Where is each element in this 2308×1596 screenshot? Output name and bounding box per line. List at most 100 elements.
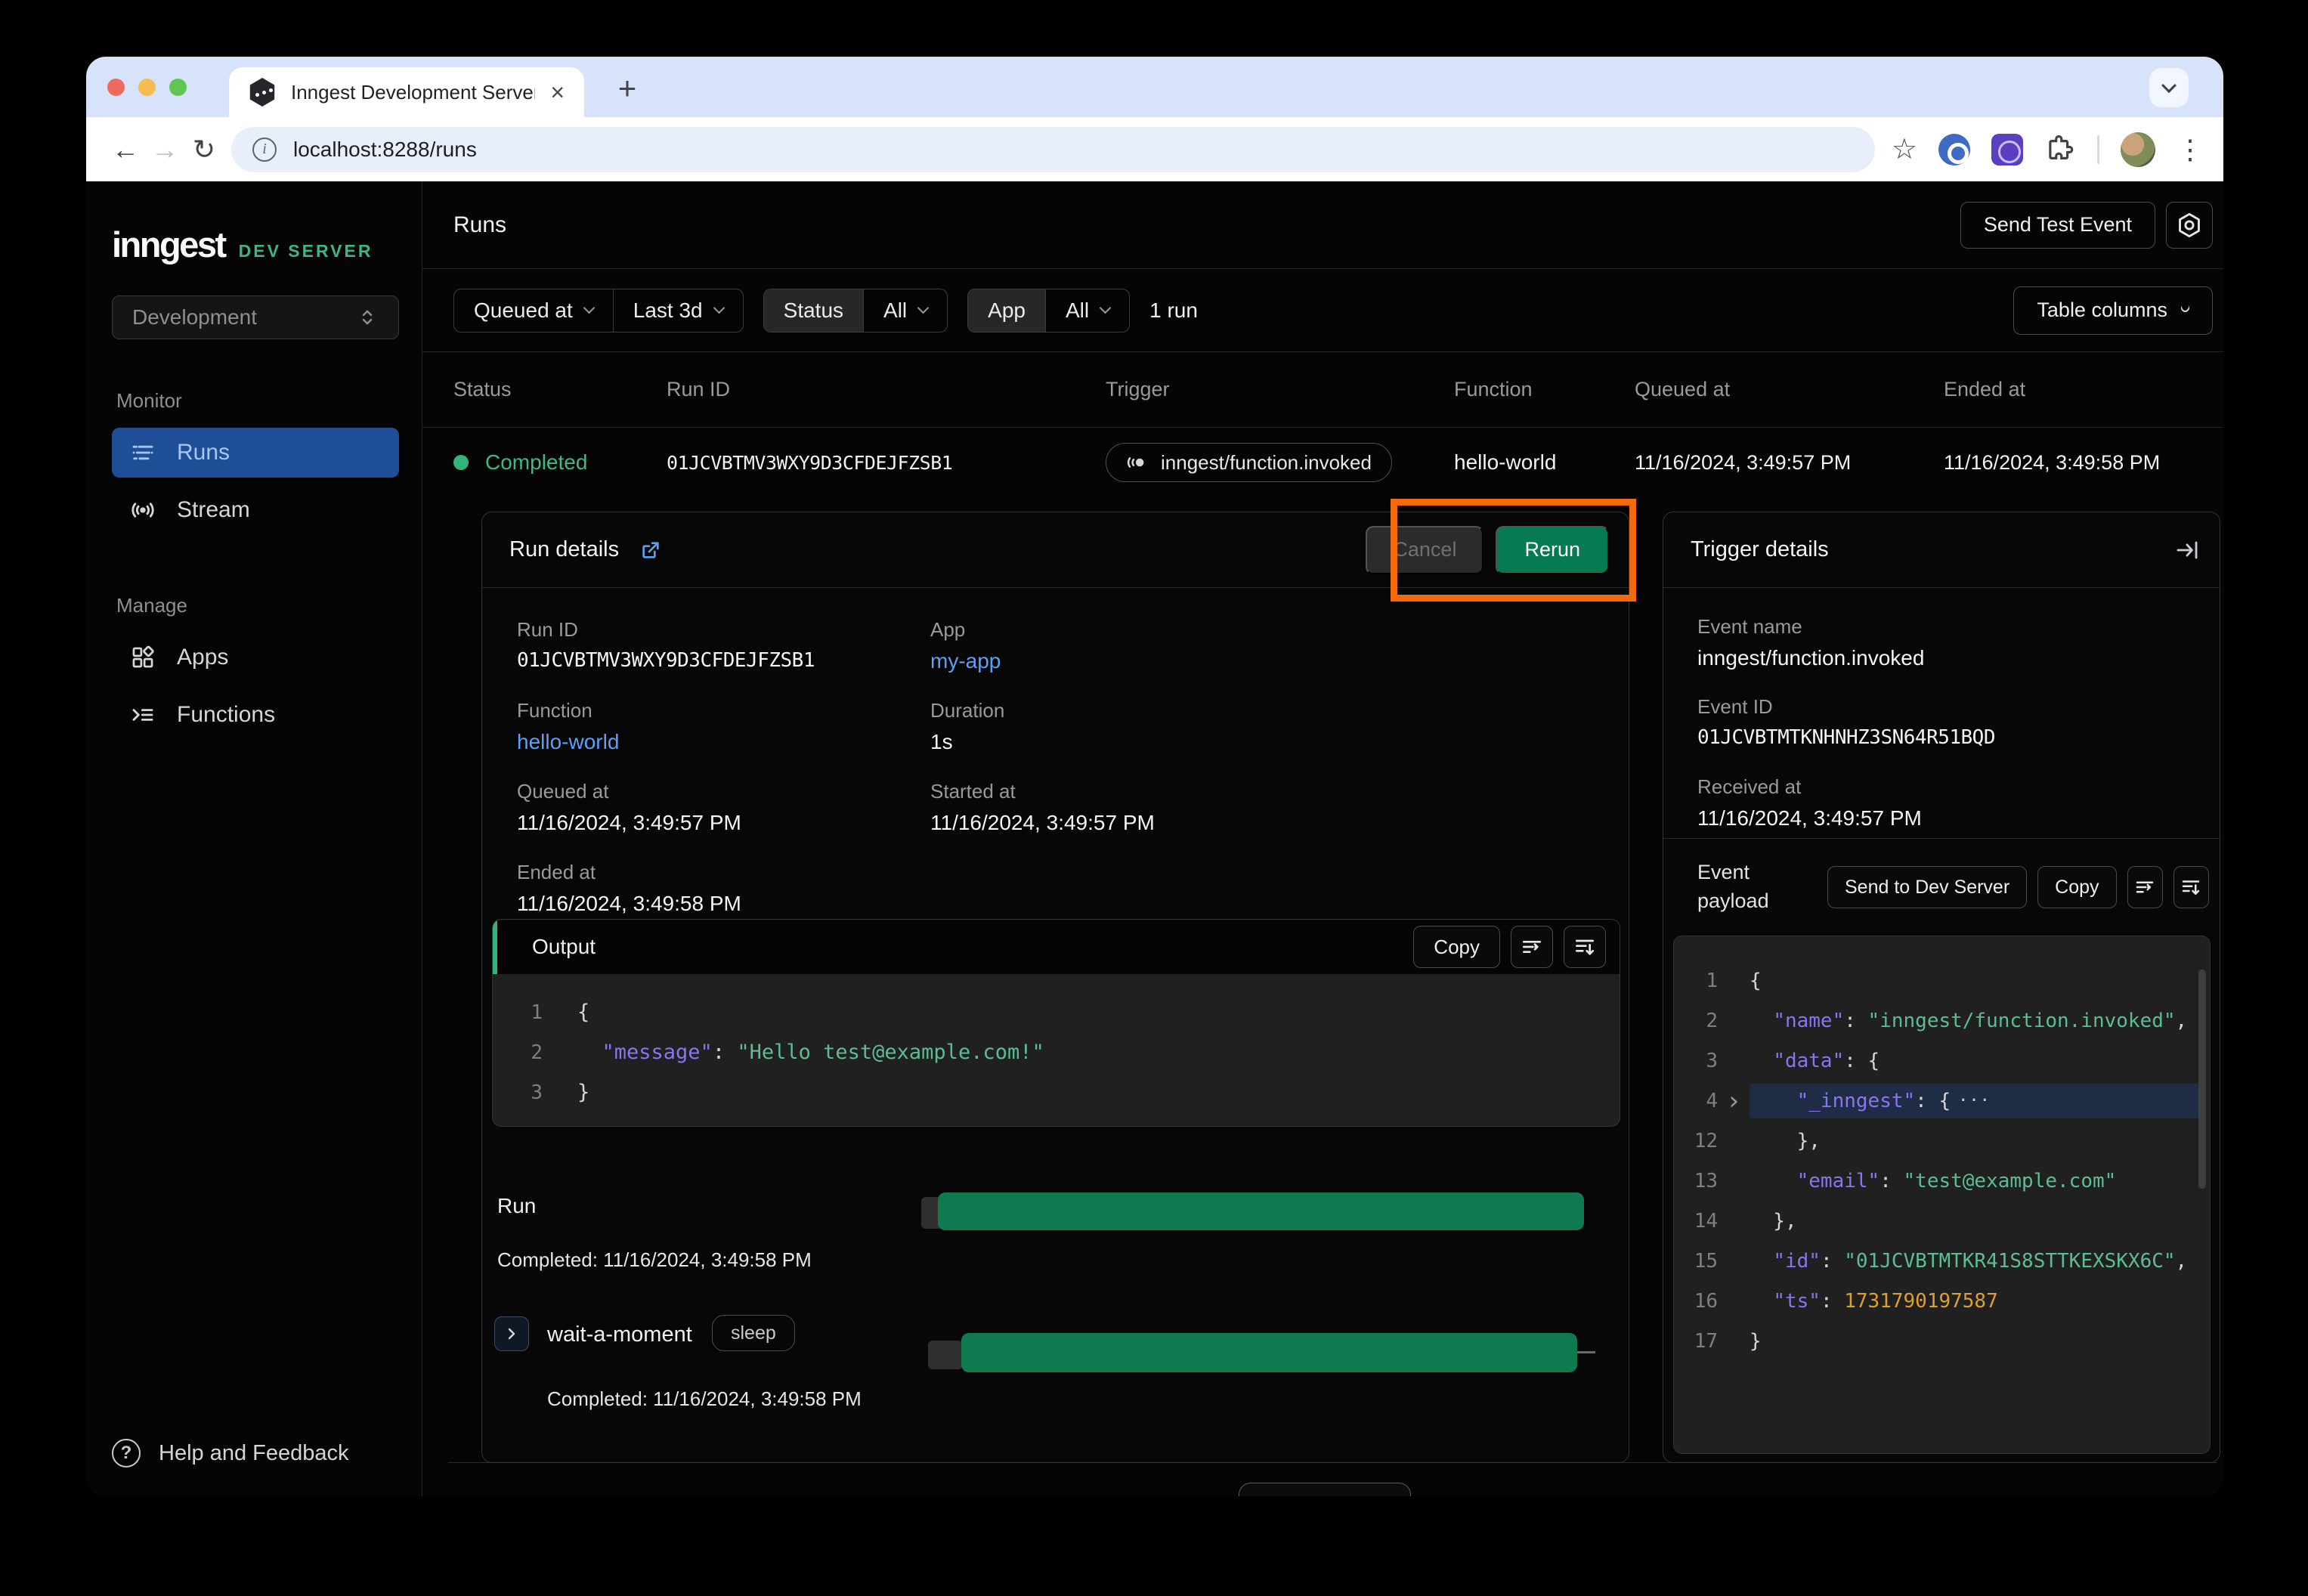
manage-section-label: Manage — [116, 594, 399, 617]
column-header-ended-at[interactable]: Ended at — [1944, 378, 2223, 401]
function-link[interactable]: hello-world — [517, 730, 930, 754]
event-payload-header: Event payload Send to Dev Server Copy — [1663, 838, 2220, 936]
tab-search-button[interactable] — [2149, 68, 2189, 107]
open-external-link-icon[interactable] — [639, 538, 663, 562]
run-completed-timestamp: Completed: 11/16/2024, 3:49:58 PM — [497, 1248, 812, 1272]
extensions-puzzle-icon[interactable] — [2044, 134, 2076, 165]
window-controls — [107, 79, 187, 96]
code-content: } — [577, 1075, 1609, 1110]
expand-step-button[interactable] — [494, 1316, 529, 1351]
time-range-dropdown[interactable]: Last 3d — [613, 289, 743, 332]
output-success-accent — [493, 920, 497, 974]
forward-button[interactable]: → — [145, 130, 184, 169]
close-tab-icon[interactable]: × — [550, 80, 565, 104]
output-section: Output Copy 1{2 "messa — [492, 919, 1620, 1127]
code-line: 1{ — [493, 992, 1620, 1032]
bookmark-star-icon[interactable]: ☆ — [1892, 132, 1917, 166]
status-filter-dropdown[interactable]: All — [863, 289, 947, 332]
help-icon: ? — [112, 1439, 141, 1468]
payload-word-wrap-button[interactable] — [2127, 866, 2163, 908]
runs-list-icon — [130, 440, 156, 466]
browser-toolbar: ← → ↻ i localhost:8288/runs ☆ ⋮ — [86, 117, 2223, 181]
copy-payload-button[interactable]: Copy — [2037, 866, 2116, 908]
sidebar-item-runs[interactable]: Runs — [112, 428, 399, 478]
column-header-trigger[interactable]: Trigger — [1106, 378, 1454, 401]
app-link[interactable]: my-app — [930, 649, 1629, 673]
step-completed-timestamp: Completed: 11/16/2024, 3:49:58 PM — [547, 1387, 862, 1411]
password-manager-extension-icon[interactable] — [1938, 134, 1970, 165]
expand-all-button[interactable] — [1564, 926, 1606, 968]
environment-select[interactable]: Development — [112, 295, 399, 339]
run-count: 1 run — [1149, 298, 1198, 323]
filter-bar: Queued at Last 3d Status All — [422, 269, 2223, 352]
step-kind-badge: sleep — [712, 1315, 795, 1351]
help-and-feedback[interactable]: ? Help and Feedback — [112, 1439, 349, 1468]
payload-scrollbar[interactable] — [2198, 970, 2206, 1189]
back-button[interactable]: ← — [106, 130, 145, 169]
extension-icon[interactable] — [1991, 134, 2023, 165]
column-header-function[interactable]: Function — [1454, 378, 1635, 401]
sidebar-item-stream[interactable]: Stream — [112, 485, 399, 535]
address-bar[interactable]: i localhost:8288/runs — [231, 127, 1875, 172]
url-text: localhost:8288/runs — [293, 138, 477, 162]
run-timeline-bar[interactable] — [938, 1192, 1584, 1230]
table-columns-button[interactable]: Table columns — [2013, 286, 2213, 335]
monitor-section-label: Monitor — [116, 389, 399, 413]
timeline-tail-tick — [1577, 1351, 1595, 1353]
settings-button[interactable] — [2166, 202, 2213, 249]
site-info-icon[interactable]: i — [252, 138, 277, 162]
browser-menu-icon[interactable]: ⋮ — [2177, 134, 2204, 165]
reload-button[interactable]: ↻ — [184, 130, 224, 169]
profile-avatar[interactable] — [2121, 132, 2155, 167]
inngest-favicon-icon — [249, 78, 276, 107]
line-number: 1 — [493, 1001, 543, 1024]
close-window-button[interactable] — [107, 79, 125, 96]
time-field-dropdown[interactable]: Queued at — [454, 289, 613, 332]
column-header-queued-at[interactable]: Queued at — [1635, 378, 1944, 401]
minimize-window-button[interactable] — [138, 79, 156, 96]
collapse-chevron-icon[interactable]: › — [1718, 1086, 1750, 1116]
function-cell: hello-world — [1454, 450, 1635, 475]
event-payload-label: Event payload — [1697, 858, 1817, 916]
run-id-cell: 01JCVBTMV3WXY9D3CFDEJFZSB1 — [667, 452, 1106, 474]
time-filter-group: Queued at Last 3d — [453, 289, 744, 332]
send-to-dev-server-button[interactable]: Send to Dev Server — [1827, 866, 2027, 908]
line-number: 3 — [493, 1081, 543, 1104]
gear-hexagon-icon — [2176, 212, 2203, 239]
word-wrap-button[interactable] — [1511, 926, 1553, 968]
new-tab-button[interactable]: + — [608, 69, 647, 108]
stream-broadcast-icon — [130, 497, 156, 523]
trigger-details-title: Trigger details — [1691, 537, 1829, 562]
cancel-button[interactable]: Cancel — [1366, 526, 1483, 574]
browser-tab[interactable]: Inngest Development Server × — [229, 67, 584, 117]
time-field-value: Queued at — [474, 298, 573, 323]
tab-title: Inngest Development Server — [291, 81, 535, 104]
chevron-down-icon — [1100, 302, 1112, 314]
app-filter-dropdown[interactable]: All — [1045, 289, 1129, 332]
rerun-button[interactable]: Rerun — [1496, 526, 1609, 574]
code-line: 2 "name": "inngest/function.invoked", — [1674, 1001, 2210, 1041]
sidebar-item-functions[interactable]: Functions — [112, 690, 399, 740]
column-header-run-id[interactable]: Run ID — [667, 378, 1106, 401]
copy-output-button[interactable]: Copy — [1413, 926, 1500, 968]
step-timeline-bar[interactable] — [961, 1333, 1577, 1372]
load-more-button[interactable] — [1239, 1483, 1411, 1496]
collapse-panel-button[interactable] — [2174, 537, 2200, 563]
run-details-region: Run details Cancel Rerun Run ID 01JCVBTM… — [422, 497, 2223, 1463]
column-header-status[interactable]: Status — [453, 378, 667, 401]
code-content: "_inngest": {··· — [1750, 1084, 2199, 1118]
help-label: Help and Feedback — [159, 1441, 349, 1466]
line-number: 14 — [1674, 1210, 1718, 1233]
trigger-details-panel: Trigger details Event name inngest/funct… — [1663, 512, 2220, 1463]
zoom-window-button[interactable] — [169, 79, 187, 96]
sidebar-item-apps[interactable]: Apps — [112, 633, 399, 682]
payload-expand-button[interactable] — [2173, 866, 2209, 908]
sidebar-item-label: Stream — [177, 497, 250, 523]
send-test-event-button[interactable]: Send Test Event — [1960, 202, 2155, 249]
trigger-details-fields: Event name inngest/function.invoked Even… — [1663, 588, 2220, 855]
dev-server-badge: DEV SERVER — [239, 241, 373, 261]
table-row[interactable]: Completed 01JCVBTMV3WXY9D3CFDEJFZSB1 inn… — [422, 428, 2223, 497]
trigger-pill[interactable]: inngest/function.invoked — [1106, 443, 1392, 482]
tab-strip: Inngest Development Server × + — [86, 57, 2223, 117]
code-content: "email": "test@example.com" — [1750, 1164, 2199, 1199]
